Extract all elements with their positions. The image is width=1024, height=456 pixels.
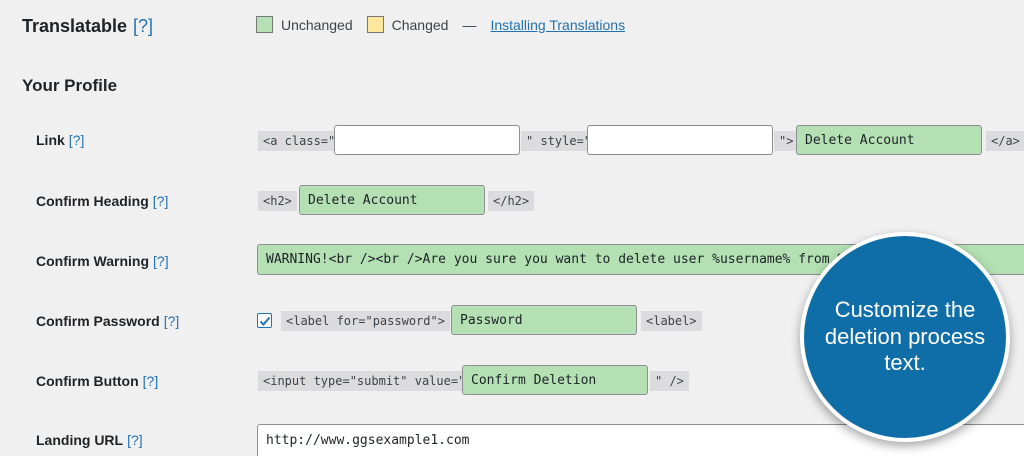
confirm-button-help[interactable]: [?]	[143, 373, 159, 389]
link-style-input[interactable]	[587, 125, 773, 155]
check-icon	[259, 316, 270, 326]
label-confirm-heading: Confirm Heading [?]	[36, 193, 169, 209]
code-h2-close: </h2>	[488, 191, 535, 211]
legend-dash: —	[462, 16, 477, 33]
label-confirm-button: Confirm Button [?]	[36, 373, 159, 389]
code-input-open: <input type="submit" value="	[258, 371, 471, 391]
link-class-input[interactable]	[334, 125, 520, 155]
code-a-end: </a>	[986, 131, 1024, 151]
code-style: " style="	[521, 131, 597, 151]
code-a-class: <a class="	[258, 131, 341, 151]
code-label-open: <label for="password">	[281, 311, 450, 331]
callout-text: Customize the deletion process text.	[824, 297, 986, 376]
label-confirm-password: Confirm Password [?]	[36, 313, 180, 329]
confirm-password-help[interactable]: [?]	[164, 313, 180, 329]
confirm-heading-help[interactable]: [?]	[153, 193, 169, 209]
code-close-bracket: ">	[774, 131, 799, 151]
link-help[interactable]: [?]	[69, 132, 85, 148]
label-confirm-warning: Confirm Warning [?]	[36, 253, 169, 269]
label-link: Link [?]	[36, 132, 85, 148]
code-label-close: <label>	[641, 311, 702, 331]
installing-translations-link[interactable]: Installing Translations	[490, 17, 625, 33]
confirm-warning-help[interactable]: [?]	[153, 253, 169, 269]
confirm-button-input[interactable]: Confirm Deletion	[462, 365, 648, 395]
section-title: Your Profile	[22, 76, 118, 95]
code-input-close: " />	[650, 371, 689, 391]
changed-swatch	[366, 16, 384, 33]
title-help-link[interactable]: [?]	[133, 16, 153, 36]
link-text-input[interactable]: Delete Account	[796, 125, 982, 155]
legend-unchanged: Unchanged	[256, 16, 353, 33]
callout-badge: Customize the deletion process text.	[800, 232, 1010, 442]
page-title: Translatable [?]	[22, 16, 154, 36]
confirm-password-input[interactable]: Password	[451, 305, 637, 335]
landing-url-help[interactable]: [?]	[127, 432, 143, 448]
unchanged-swatch	[256, 16, 273, 33]
confirm-password-checkbox[interactable]	[257, 313, 272, 328]
label-landing-url: Landing URL [?]	[36, 432, 143, 448]
code-h2-open: <h2>	[258, 191, 297, 211]
color-legend: Unchanged Changed — Installing Translati…	[256, 16, 625, 33]
legend-changed: Changed	[366, 16, 448, 33]
confirm-heading-input[interactable]: Delete Account	[299, 185, 485, 215]
